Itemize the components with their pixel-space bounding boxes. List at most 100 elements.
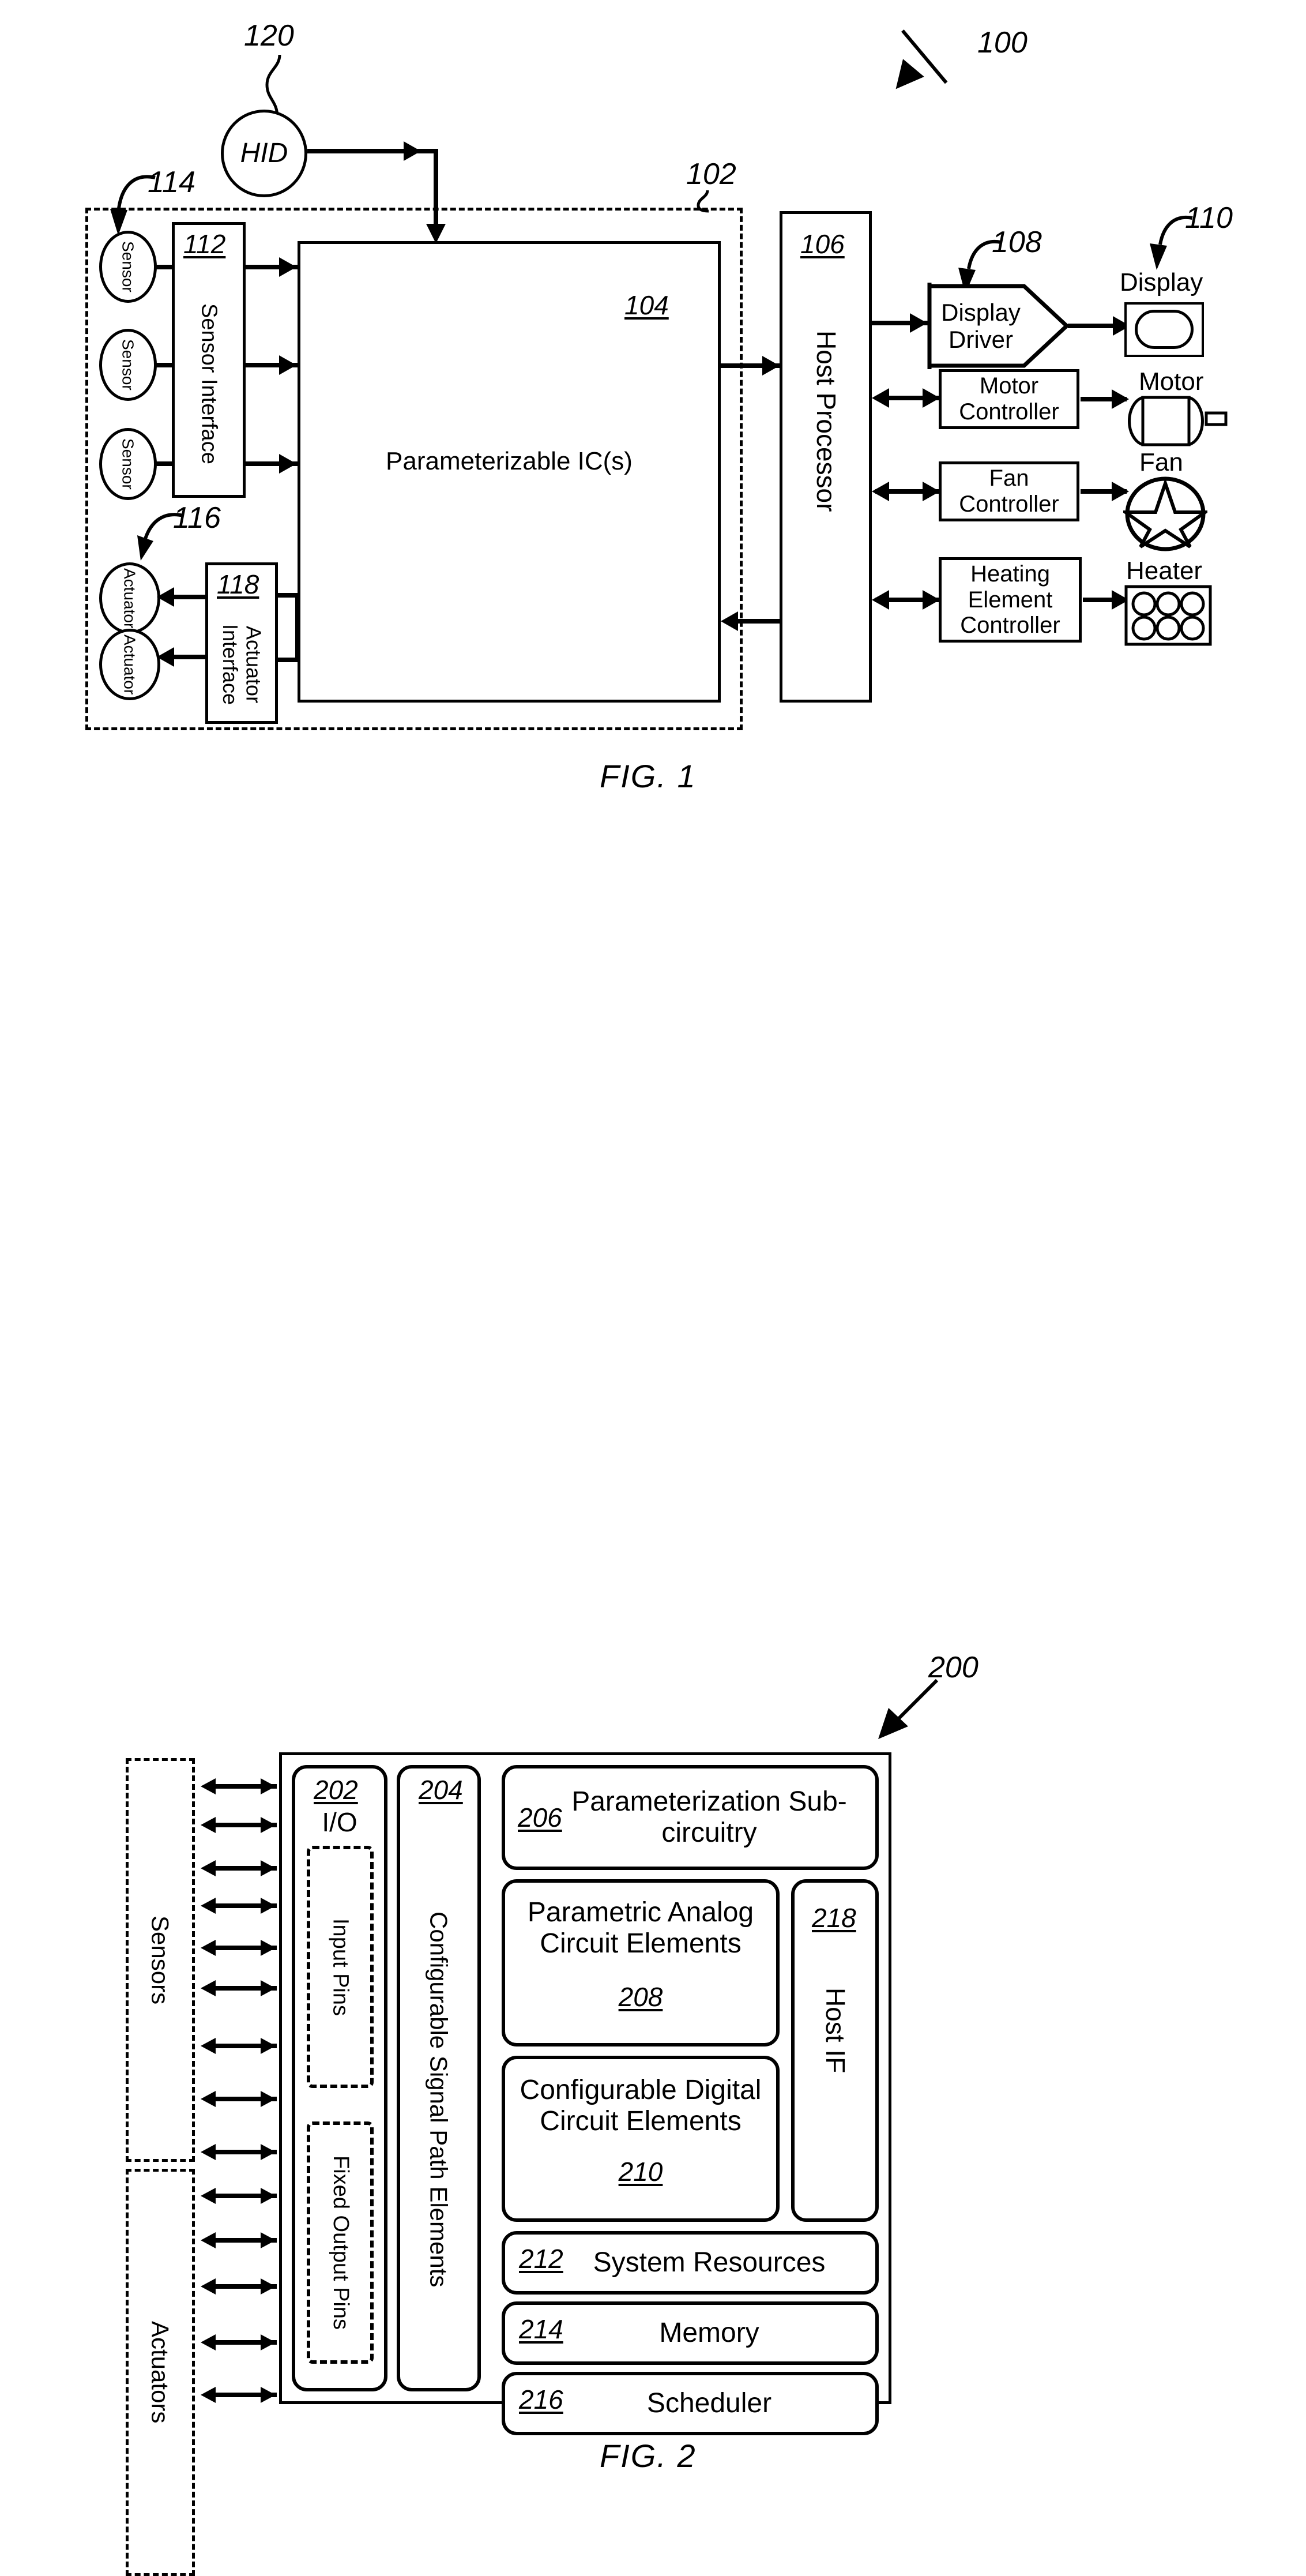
fan-controller-label: Fan Controller (959, 465, 1059, 517)
sensor-arrow-left-6 (201, 1980, 216, 1996)
patent-drawing-sheet: 100 120 HID 102 114 Sensor Sensor Sensor… (0, 0, 1306, 2576)
host-to-fan-arrow-l (872, 482, 889, 501)
ic-to-host-arrow (762, 356, 780, 375)
actuator-arrow-right-2 (261, 2144, 276, 2160)
hid-label: HID (240, 138, 288, 169)
figure-1: 100 120 HID 102 114 Sensor Sensor Sensor… (0, 0, 1306, 831)
digital-elements-label: Configurable Digital Circuit Elements (520, 2075, 762, 2136)
sensor-interface-label: Sensor Interface (197, 303, 221, 464)
signal-path-ref: 204 (419, 1775, 463, 1805)
actuator-interface-ref: 118 (217, 569, 259, 599)
actuator-arrow-left-3 (201, 2188, 216, 2204)
ai-to-act-arrow-1 (157, 587, 174, 607)
scheduler-label: Scheduler (646, 2388, 772, 2419)
host-to-motor-arrow-r (923, 388, 940, 408)
actuators-group-fig2-label: Actuators (146, 2321, 174, 2424)
actuator-arrow-left-6 (201, 2334, 216, 2350)
motor-icon (1128, 396, 1228, 446)
memory-label: Memory (659, 2318, 759, 2349)
actuator-arrow-left-5 (201, 2278, 216, 2295)
analog-elements-label: Parametric Analog Circuit Elements (527, 1897, 754, 1959)
sensors-group-lead (110, 175, 156, 235)
fan-label: Fan (1139, 448, 1183, 476)
si-to-ic-arrow-1 (279, 257, 296, 277)
input-pins-label: Input Pins (328, 1918, 353, 2016)
host-to-motor-arrow-l (872, 388, 889, 408)
motor-controller-label: Motor Controller (959, 373, 1059, 425)
actuator-arrow-right-6 (261, 2334, 276, 2350)
digital-elements-ref: 210 (618, 2157, 663, 2187)
actuator-arrow-right-7 (261, 2387, 276, 2403)
actuator-arrow-right-1 (261, 2091, 276, 2107)
host-to-heater-arrow-r (923, 590, 940, 610)
figure-2: 200 Sensors Actuators 202 I/O Input Pins… (0, 831, 1306, 2576)
sensor-arrow-left-2 (201, 1817, 216, 1833)
actuators-group-lead (137, 513, 184, 561)
host-to-heater-arrow-l (872, 590, 889, 610)
host-to-dd-arrow (910, 313, 927, 333)
display-label: Display (1120, 268, 1203, 296)
host-processor-ref: 106 (800, 229, 845, 259)
host-to-fan-arrow-r (923, 482, 940, 501)
sensor-arrow-right-7 (261, 2038, 276, 2054)
hid-ref: 120 (244, 19, 294, 52)
fan-icon (1123, 476, 1207, 551)
boundary-lead-squiggle (697, 190, 709, 213)
host-if-label: Host IF (820, 1987, 850, 2074)
sensor-arrow-left-1 (201, 1778, 216, 1794)
sensors-group-fig2-label: Sensors (146, 1915, 174, 2005)
device-boundary-ref: 102 (686, 157, 736, 191)
actuator-interface-label: Actuator Interface (219, 624, 266, 705)
parameterizable-ic-label: Parameterizable IC(s) (386, 447, 633, 476)
host-to-ic-line (738, 619, 782, 624)
sensor-arrow-left-7 (201, 2038, 216, 2054)
actuator-2-label: Actuator (121, 634, 139, 695)
actuator-arrow-right-3 (261, 2188, 276, 2204)
analog-elements-ref: 208 (618, 1982, 663, 2012)
heating-element-controller-label: Heating Element Controller (960, 561, 1060, 639)
parameterizable-ic-ref: 104 (624, 290, 669, 320)
fixed-output-pins-label: Fixed Output Pins (328, 2155, 353, 2330)
host-if-ref: 218 (812, 1903, 856, 1933)
actuator-arrow-right-5 (261, 2278, 276, 2295)
display-screen-icon (1135, 310, 1194, 349)
sensor-arrow-left-4 (201, 1898, 216, 1914)
motor-label: Motor (1139, 367, 1204, 396)
sensor-arrow-right-2 (261, 1817, 276, 1833)
fig2-caption: FIG. 2 (600, 2438, 697, 2474)
heater-label: Heater (1126, 557, 1203, 585)
sensor-arrow-right-6 (261, 1980, 276, 1996)
sensor-3-label: Sensor (119, 438, 137, 490)
display-lead (1150, 215, 1193, 270)
sensor-3-connector (155, 461, 174, 466)
actuator-arrow-left-7 (201, 2387, 216, 2403)
ai-to-act-line-2 (173, 655, 206, 659)
sensor-arrow-right-3 (261, 1860, 276, 1876)
signal-path-label: Configurable Signal Path Elements (425, 1912, 453, 2288)
actuator-arrow-right-4 (261, 2232, 276, 2248)
ai-to-act-arrow-2 (157, 647, 174, 667)
system-resources-label: System Resources (593, 2247, 826, 2278)
sensor-arrow-left-5 (201, 1940, 216, 1956)
sensor-arrow-right-4 (261, 1898, 276, 1914)
si-to-ic-arrow-2 (279, 355, 296, 375)
sensor-2-connector (155, 363, 174, 367)
fig2-system-lead (878, 1678, 939, 1739)
sensor-2-label: Sensor (119, 339, 137, 390)
actuator-arrow-left-4 (201, 2232, 216, 2248)
actuator-1-label: Actuator (121, 568, 139, 629)
fig1-system-ref: 100 (977, 26, 1028, 59)
ai-to-act-line-1 (173, 595, 206, 599)
sensor-arrow-right-5 (261, 1940, 276, 1956)
host-to-ic-arrow (721, 611, 738, 631)
host-processor-label: Host Processor (811, 330, 841, 512)
sensor-arrow-left-3 (201, 1860, 216, 1876)
fig1-system-lead-arrow (885, 59, 924, 98)
fig1-caption: FIG. 1 (600, 758, 697, 794)
parameterization-label: Parameterization Sub-circuitry (571, 1786, 847, 1848)
sensor-1-connector (155, 265, 174, 269)
hid-horizontal-arrowhead (404, 141, 421, 161)
sensor-arrow-right-1 (261, 1778, 276, 1794)
si-to-ic-arrow-3 (279, 454, 296, 474)
heater-icon (1124, 585, 1212, 646)
